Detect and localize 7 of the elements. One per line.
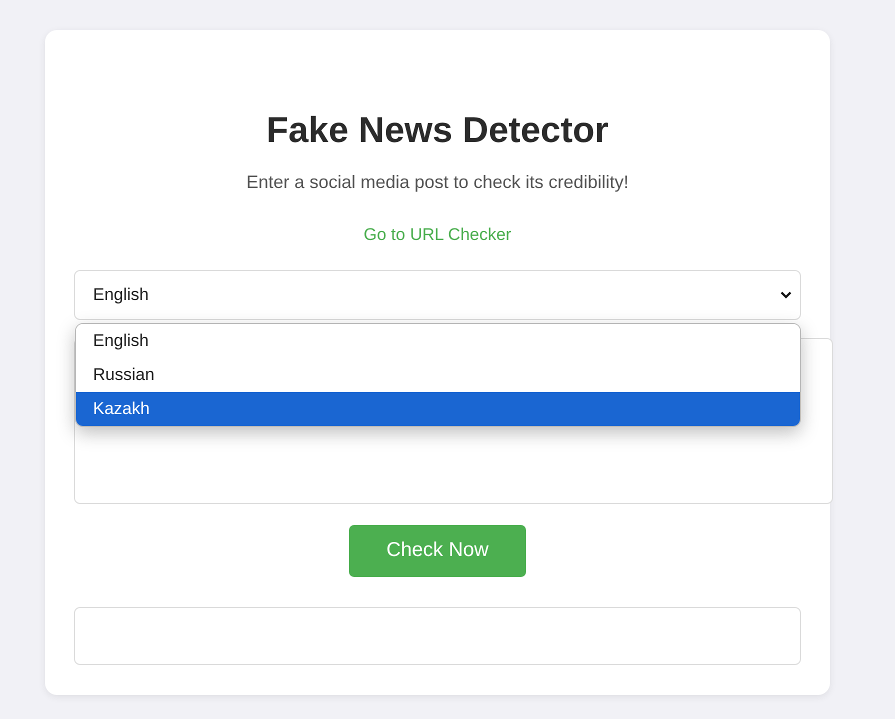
page-title: Fake News Detector xyxy=(265,112,610,148)
dropdown-option[interactable]: Russian xyxy=(76,358,800,392)
language-select[interactable]: English xyxy=(74,270,801,320)
dropdown-option[interactable]: English xyxy=(76,324,800,358)
dropdown-option[interactable]: Kazakh xyxy=(76,392,800,426)
chevron-icon xyxy=(780,291,792,299)
subtitle: Enter a social media post to check its credibility! xyxy=(245,172,630,193)
